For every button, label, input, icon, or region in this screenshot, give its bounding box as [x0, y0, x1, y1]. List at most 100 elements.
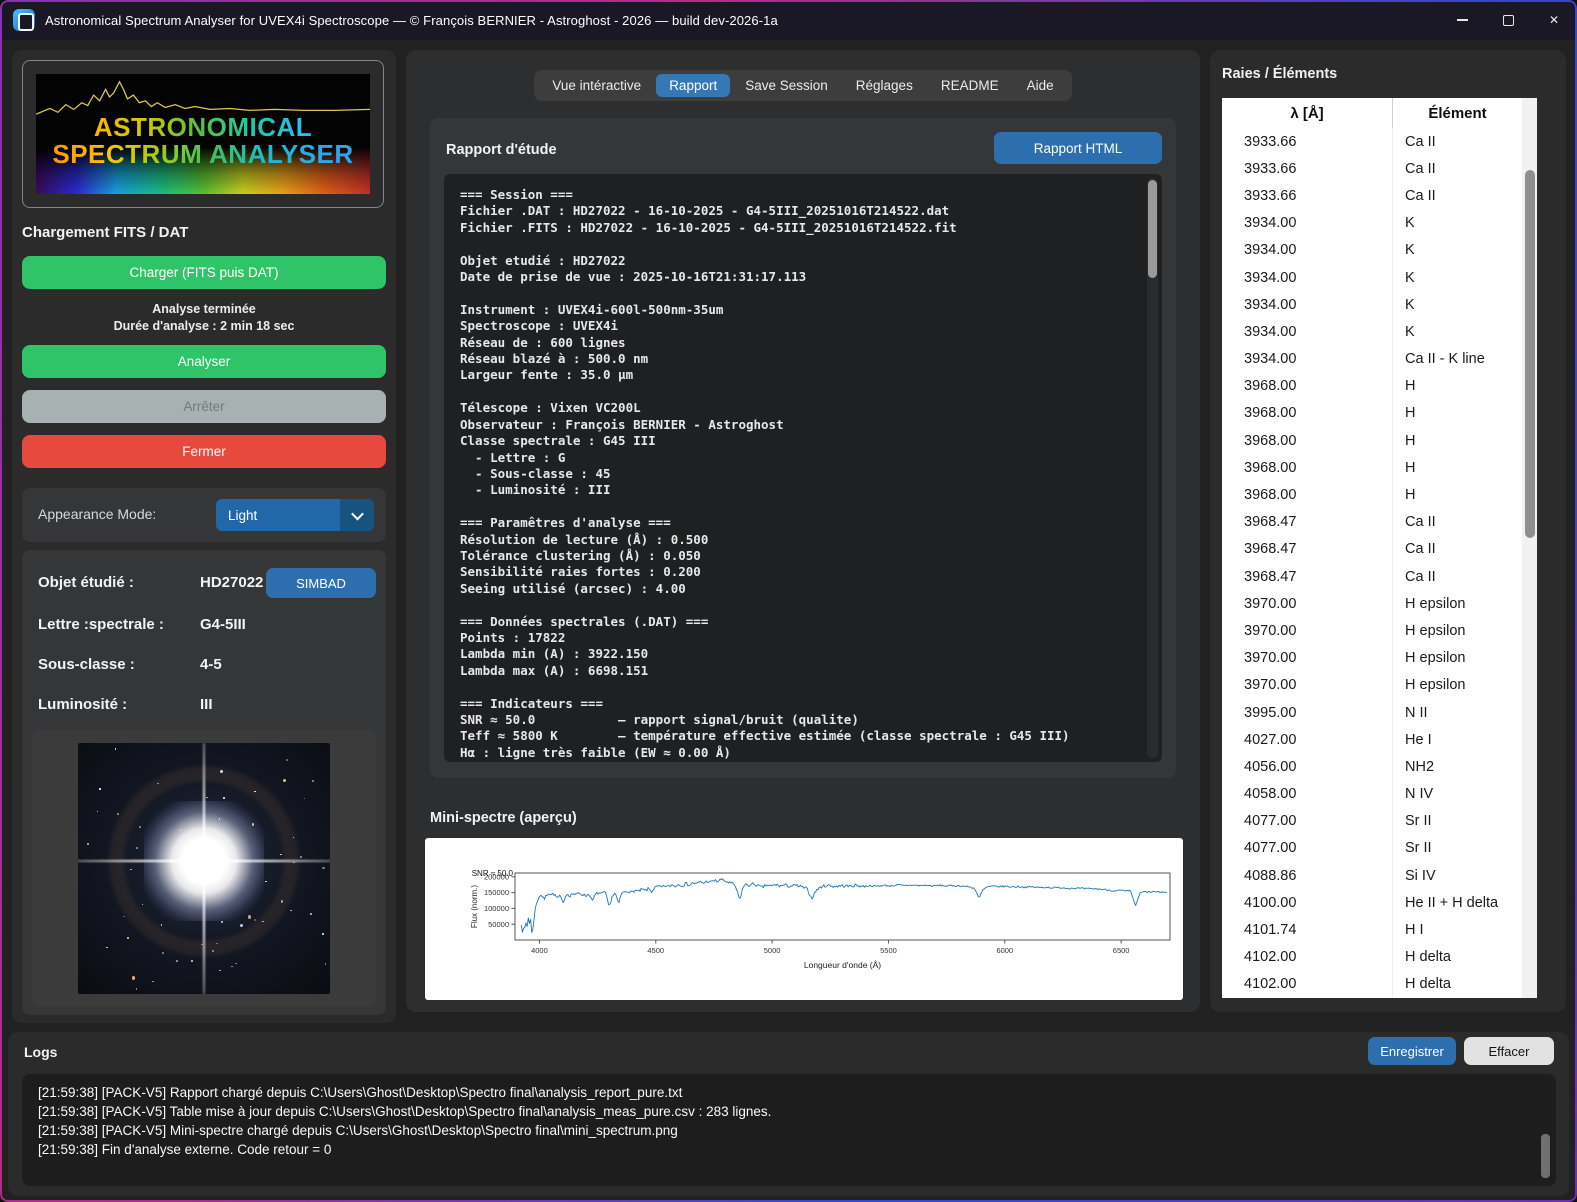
lambda-value: 3968.00	[1222, 460, 1392, 476]
table-row[interactable]: 3933.66Ca II	[1222, 155, 1522, 182]
minimize-icon	[1457, 19, 1468, 21]
background-star	[97, 811, 99, 813]
table-row[interactable]: 4077.00Sr II	[1222, 835, 1522, 862]
minimize-button[interactable]	[1439, 0, 1485, 40]
table-row[interactable]: 3934.00K	[1222, 291, 1522, 318]
element-value: He I	[1392, 726, 1522, 753]
svg-text:150000: 150000	[484, 888, 509, 897]
appearance-dropdown[interactable]: Light	[216, 499, 374, 531]
element-value: Ca II	[1392, 182, 1522, 209]
svg-text:6500: 6500	[1113, 946, 1130, 955]
stop-button[interactable]: Arrêter	[22, 390, 386, 423]
tab-save-session[interactable]: Save Session	[732, 74, 841, 97]
element-value: H epsilon	[1392, 645, 1522, 672]
table-row[interactable]: 4102.00H delta	[1222, 971, 1522, 998]
table-row[interactable]: 3968.00H	[1222, 427, 1522, 454]
table-row[interactable]: 3970.00H epsilon	[1222, 590, 1522, 617]
table-row[interactable]: 4101.74H I	[1222, 916, 1522, 943]
table-row[interactable]: 3934.00K	[1222, 264, 1522, 291]
lambda-value: 3995.00	[1222, 705, 1392, 721]
lambda-value: 4101.74	[1222, 922, 1392, 938]
element-value: H epsilon	[1392, 617, 1522, 644]
close-app-button[interactable]: Fermer	[22, 435, 386, 468]
table-row[interactable]: 3933.66Ca II	[1222, 128, 1522, 155]
table-row[interactable]: 3970.00H epsilon	[1222, 617, 1522, 644]
background-star	[231, 966, 233, 968]
lines-table-scrollbar-thumb[interactable]	[1525, 170, 1535, 538]
table-row[interactable]: 3968.47Ca II	[1222, 536, 1522, 563]
table-row[interactable]: 3934.00K	[1222, 210, 1522, 237]
table-row[interactable]: 3934.00K	[1222, 318, 1522, 345]
table-row[interactable]: 3970.00H epsilon	[1222, 645, 1522, 672]
analyse-button[interactable]: Analyser	[22, 345, 386, 378]
table-row[interactable]: 3970.00H epsilon	[1222, 672, 1522, 699]
tab-aide[interactable]: Aide	[1014, 74, 1067, 97]
report-scrollbar[interactable]	[1147, 178, 1158, 758]
background-star	[191, 960, 193, 962]
table-row[interactable]: 3968.47Ca II	[1222, 509, 1522, 536]
background-star	[179, 829, 181, 831]
report-textarea[interactable]: === Session === Fichier .DAT : HD27022 -…	[444, 174, 1162, 762]
table-row[interactable]: 4056.00NH2	[1222, 753, 1522, 780]
star-image-card	[32, 730, 376, 1007]
element-value: Ca II	[1392, 536, 1522, 563]
logs-save-button[interactable]: Enregistrer	[1368, 1037, 1456, 1065]
table-row[interactable]: 3968.00H	[1222, 373, 1522, 400]
tab-readme[interactable]: README	[928, 74, 1012, 97]
table-row[interactable]: 3995.00N II	[1222, 699, 1522, 726]
table-row[interactable]: 4027.00He I	[1222, 726, 1522, 753]
logs-clear-button[interactable]: Effacer	[1464, 1037, 1554, 1065]
element-value: H epsilon	[1392, 590, 1522, 617]
report-scrollbar-thumb[interactable]	[1148, 180, 1157, 278]
maximize-icon	[1503, 15, 1514, 26]
background-star	[132, 976, 135, 979]
svg-text:5500: 5500	[880, 946, 897, 955]
tab-bar: Vue intéractiveRapportSave SessionRéglag…	[534, 70, 1071, 101]
background-star	[176, 960, 178, 962]
svg-text:4000: 4000	[531, 946, 548, 955]
simbad-button[interactable]: SIMBAD	[266, 568, 376, 598]
background-star	[117, 813, 119, 815]
table-row[interactable]: 4058.00N IV	[1222, 781, 1522, 808]
table-row[interactable]: 3968.00H	[1222, 454, 1522, 481]
lines-table: λ [Å] Élément 3933.66Ca II3933.66Ca II39…	[1222, 98, 1522, 998]
left-sidebar: ASTRONOMICAL SPECTRUM ANALYSER Chargemen…	[12, 50, 396, 1023]
tab-reglages[interactable]: Réglages	[843, 74, 926, 97]
table-row[interactable]: 4088.86Si IV	[1222, 862, 1522, 889]
load-fits-button[interactable]: Charger (FITS puis DAT)	[22, 256, 386, 289]
table-row[interactable]: 3968.00H	[1222, 400, 1522, 427]
subclass-label: Sous-classe :	[38, 656, 135, 673]
table-row[interactable]: 4077.00Sr II	[1222, 808, 1522, 835]
table-row[interactable]: 4102.00H delta	[1222, 944, 1522, 971]
table-row[interactable]: 3933.66Ca II	[1222, 182, 1522, 209]
element-value: K	[1392, 237, 1522, 264]
spectral-letter-label: Lettre :spectrale :	[38, 616, 164, 633]
maximize-button[interactable]	[1485, 0, 1531, 40]
table-row[interactable]: 4100.00He II + H delta	[1222, 889, 1522, 916]
tab-vue-interactive[interactable]: Vue intéractive	[539, 74, 654, 97]
element-column-header: Élément	[1392, 98, 1522, 128]
table-row[interactable]: 3934.00K	[1222, 237, 1522, 264]
background-star	[300, 856, 302, 858]
lambda-value: 3970.00	[1222, 677, 1392, 693]
report-html-button[interactable]: Rapport HTML	[994, 132, 1162, 164]
logs-scrollbar-thumb[interactable]	[1541, 1134, 1550, 1178]
element-value: H delta	[1392, 944, 1522, 971]
lambda-value: 3934.00	[1222, 297, 1392, 313]
lines-table-header: λ [Å] Élément	[1222, 98, 1522, 128]
lines-table-scrollbar[interactable]	[1522, 98, 1537, 998]
table-row[interactable]: 3968.00H	[1222, 481, 1522, 508]
table-row[interactable]: 3934.00Ca II - K line	[1222, 346, 1522, 373]
center-panel: Vue intéractiveRapportSave SessionRéglag…	[406, 50, 1200, 1012]
element-value: K	[1392, 210, 1522, 237]
close-button[interactable]: ✕	[1531, 0, 1577, 40]
tab-rapport[interactable]: Rapport	[656, 74, 730, 97]
lambda-value: 3968.00	[1222, 433, 1392, 449]
background-star	[235, 963, 237, 965]
status-line1: Analyse terminée	[12, 302, 396, 316]
lambda-value: 4027.00	[1222, 732, 1392, 748]
table-row[interactable]: 3968.47Ca II	[1222, 563, 1522, 590]
logs-textarea[interactable]: [21:59:38] [PACK-V5] Rapport chargé depu…	[22, 1074, 1556, 1186]
background-star	[322, 867, 324, 869]
background-star	[283, 779, 286, 782]
